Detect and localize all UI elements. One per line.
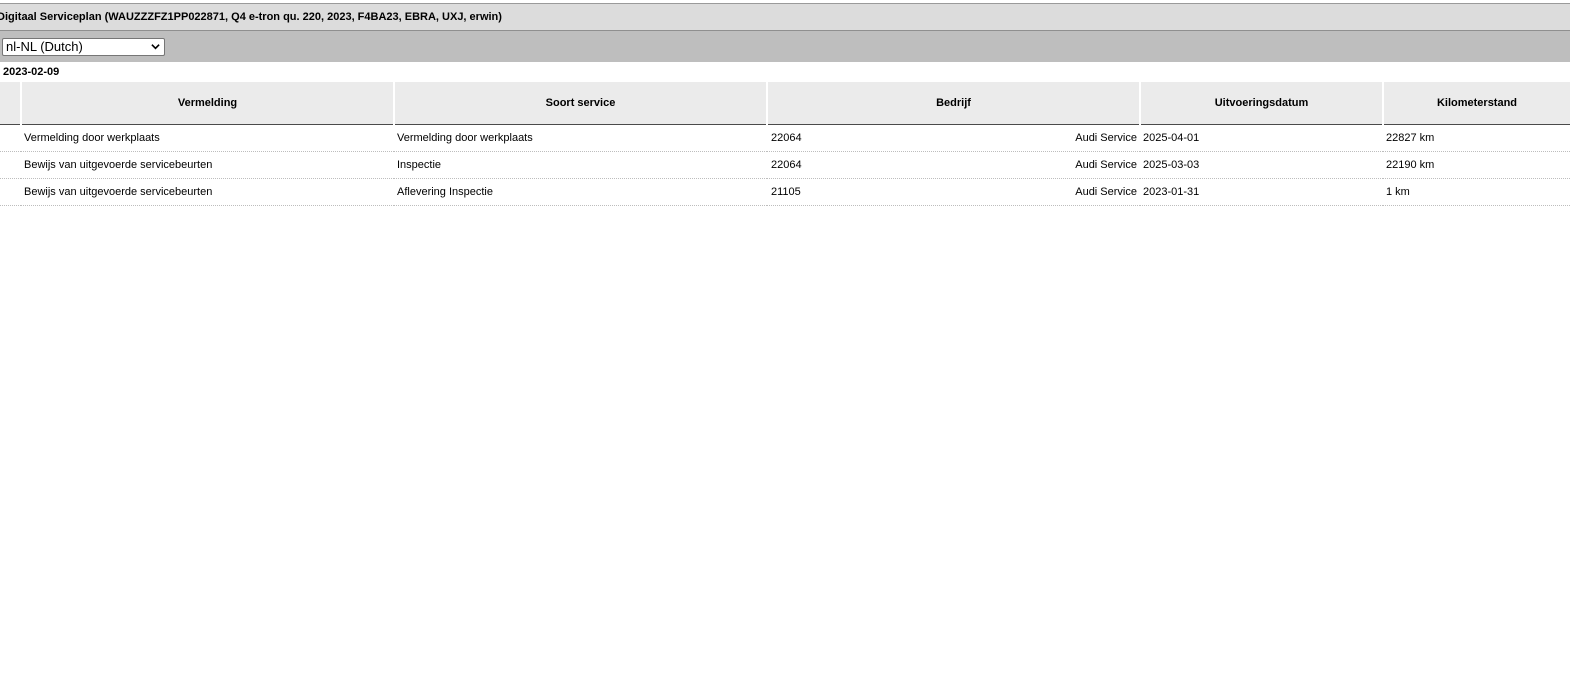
row-marker	[0, 124, 21, 152]
cell-vermelding: Vermelding door werkplaats	[21, 124, 394, 152]
column-header-uitvoeringsdatum[interactable]: Uitvoeringsdatum	[1139, 82, 1383, 125]
cell-bedrijf: 22064 Audi Service	[767, 151, 1140, 179]
chevron-down-icon	[151, 44, 160, 50]
table-row[interactable]: Bewijs van uitgevoerde servicebeurten In…	[0, 151, 1570, 179]
bedrijf-name: Audi Service	[1075, 185, 1137, 198]
row-marker	[0, 178, 21, 206]
bedrijf-code: 22064	[771, 158, 802, 171]
table-row[interactable]: Bewijs van uitgevoerde servicebeurten Af…	[0, 178, 1570, 206]
cell-vermelding: Bewijs van uitgevoerde servicebeurten	[21, 151, 394, 179]
bedrijf-name: Audi Service	[1075, 158, 1137, 171]
column-header-bedrijf[interactable]: Bedrijf	[766, 82, 1140, 125]
cell-kilometerstand: 22190 km	[1383, 151, 1570, 179]
cell-soort-service: Vermelding door werkplaats	[394, 124, 767, 152]
column-header-blank	[0, 82, 21, 125]
cell-uitvoeringsdatum: 2023-01-31	[1140, 178, 1383, 206]
cell-soort-service: Inspectie	[394, 151, 767, 179]
cell-kilometerstand: 1 km	[1383, 178, 1570, 206]
column-header-soort-service[interactable]: Soort service	[393, 82, 767, 125]
cell-vermelding: Bewijs van uitgevoerde servicebeurten	[21, 178, 394, 206]
service-table: Vermelding Soort service Bedrijf Uitvoer…	[0, 82, 1570, 206]
table-header-row: Vermelding Soort service Bedrijf Uitvoer…	[0, 82, 1570, 125]
language-select-value: nl-NL (Dutch)	[6, 39, 83, 54]
cell-kilometerstand: 22827 km	[1383, 124, 1570, 152]
title-bar: Digitaal Serviceplan (WAUZZZFZ1PP022871,…	[0, 4, 1570, 31]
table-row[interactable]: Vermelding door werkplaats Vermelding do…	[0, 124, 1570, 152]
cell-soort-service: Aflevering Inspectie	[394, 178, 767, 206]
bedrijf-code: 22064	[771, 131, 802, 144]
language-select[interactable]: nl-NL (Dutch)	[2, 37, 165, 56]
row-marker	[0, 151, 21, 179]
language-bar: nl-NL (Dutch)	[0, 31, 1570, 62]
cell-bedrijf: 21105 Audi Service	[767, 178, 1140, 206]
cell-bedrijf: 22064 Audi Service	[767, 124, 1140, 152]
column-header-vermelding[interactable]: Vermelding	[20, 82, 394, 125]
page-title: Digitaal Serviceplan (WAUZZZFZ1PP022871,…	[0, 11, 502, 23]
column-header-kilometerstand[interactable]: Kilometerstand	[1382, 82, 1570, 125]
bedrijf-name: Audi Service	[1075, 131, 1137, 144]
bedrijf-code: 21105	[771, 185, 801, 198]
cell-uitvoeringsdatum: 2025-04-01	[1140, 124, 1383, 152]
cell-uitvoeringsdatum: 2025-03-03	[1140, 151, 1383, 179]
plan-date: 2023-02-09	[3, 66, 60, 78]
